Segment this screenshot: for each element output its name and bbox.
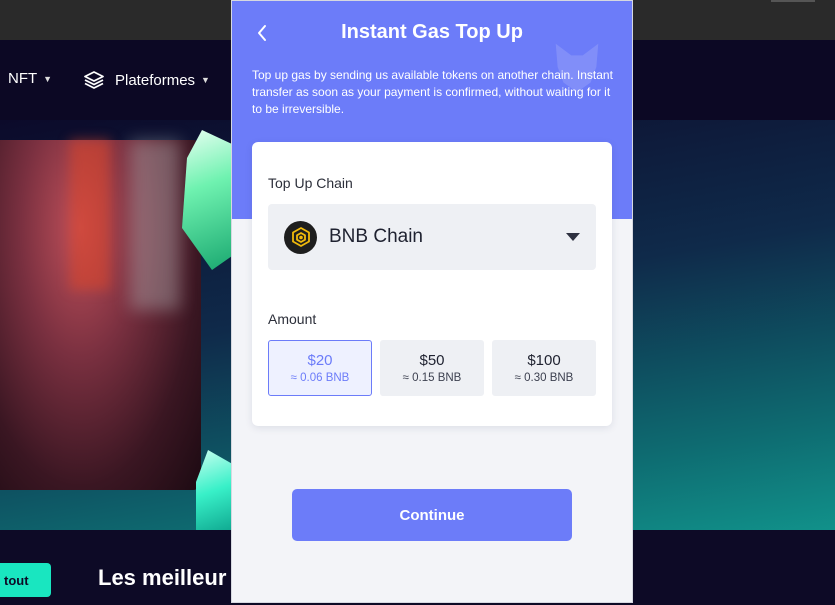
nav-item-nft[interactable]: NFT ▼ [8,70,52,87]
nav-item-label: Plateformes [115,71,196,89]
window-tab-edge [771,0,815,2]
amount-bnb-equivalent: ≈ 0.15 BNB [402,372,462,384]
caret-down-icon [566,233,580,241]
gas-top-up-modal: Instant Gas Top Up Top up gas by sending… [231,0,633,603]
nav-item-plateformes[interactable]: Plateformes ▼ [83,70,210,90]
amount-label: Amount [268,311,317,327]
amount-option-50[interactable]: $50 ≈ 0.15 BNB [380,340,484,396]
layers-icon [84,71,104,89]
hero-photo [0,140,201,490]
amount-options: $20 ≈ 0.06 BNB $50 ≈ 0.15 BNB $100 ≈ 0.3… [268,340,596,396]
chevron-down-icon: ▼ [43,73,53,84]
photo-light-stripe [70,140,110,290]
filter-tag-button[interactable]: tout [0,563,51,597]
modal-title: Instant Gas Top Up [341,21,523,43]
chevron-down-icon: ▼ [201,75,210,85]
top-up-card: Top Up Chain BNB Chain Amount $20 ≈ 0.06… [252,142,612,426]
chain-select-dropdown[interactable]: BNB Chain [268,204,596,270]
section-heading: Les meilleur [98,565,227,590]
selected-chain-name: BNB Chain [329,226,423,247]
amount-option-20[interactable]: $20 ≈ 0.06 BNB [268,340,372,396]
nav-item-label: NFT [8,70,38,87]
photo-light-stripe [130,140,180,310]
continue-button[interactable]: Continue [292,489,572,541]
amount-bnb-equivalent: ≈ 0.30 BNB [514,372,574,384]
amount-usd: $50 [419,352,445,369]
modal-description: Top up gas by sending us available token… [252,68,613,116]
amount-bnb-equivalent: ≈ 0.06 BNB [290,372,350,384]
amount-usd: $20 [307,352,333,369]
amount-option-100[interactable]: $100 ≈ 0.30 BNB [492,340,596,396]
amount-usd: $100 [527,352,561,369]
chain-label: Top Up Chain [268,175,353,191]
bnb-chain-icon [284,220,317,254]
